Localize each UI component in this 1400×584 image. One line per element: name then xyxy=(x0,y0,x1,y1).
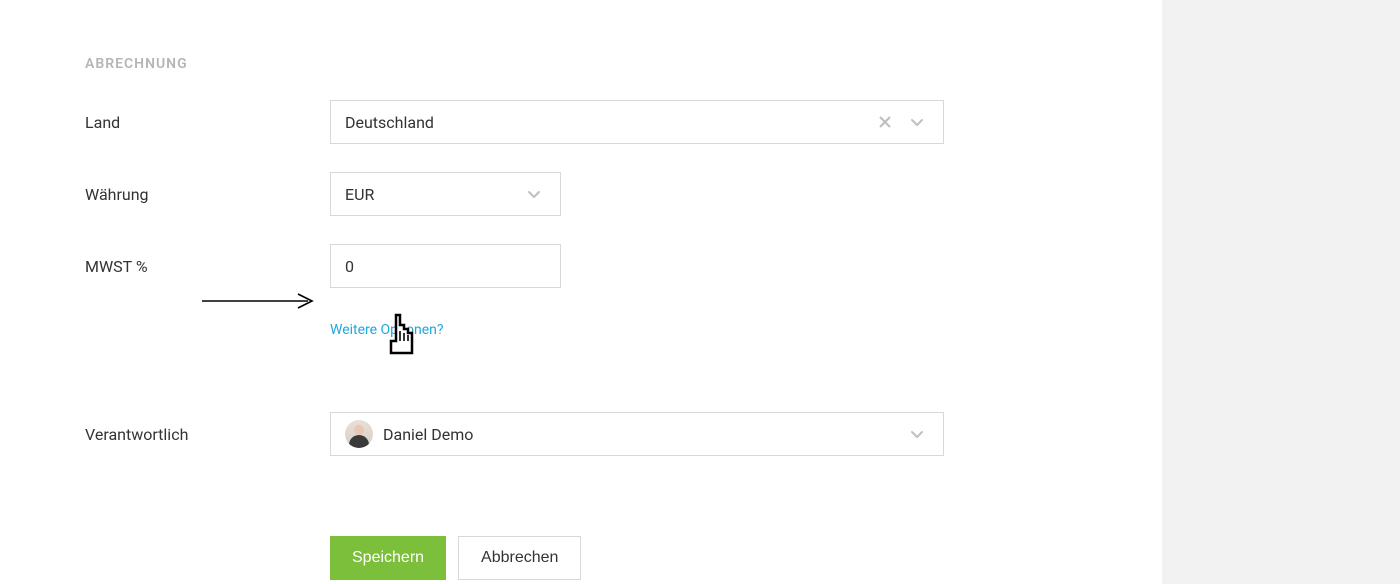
label-vat: MWST % xyxy=(85,257,330,276)
row-responsible: Verantwortlich Daniel Demo xyxy=(85,412,1162,456)
label-responsible: Verantwortlich xyxy=(85,425,330,444)
page: ABRECHNUNG Land Deutschland Währu xyxy=(0,0,1400,584)
country-select[interactable]: Deutschland xyxy=(330,100,944,144)
section-title: ABRECHNUNG xyxy=(85,56,1162,72)
form-panel: ABRECHNUNG Land Deutschland Währu xyxy=(0,0,1162,584)
chevron-down-icon[interactable] xyxy=(522,182,546,206)
arrow-annotation-icon xyxy=(200,291,318,311)
save-button[interactable]: Speichern xyxy=(330,536,446,580)
avatar xyxy=(345,420,373,448)
cancel-button[interactable]: Abbrechen xyxy=(458,536,581,580)
currency-select[interactable]: EUR xyxy=(330,172,561,216)
responsible-value: Daniel Demo xyxy=(383,425,905,444)
chevron-down-icon[interactable] xyxy=(905,110,929,134)
vat-input[interactable]: 0 xyxy=(330,244,561,288)
label-country: Land xyxy=(85,113,330,132)
row-more-options: Weitere Optionen? xyxy=(85,322,1162,338)
buttons-row: Speichern Abbrechen xyxy=(330,536,1162,580)
label-currency: Währung xyxy=(85,185,330,204)
clear-icon[interactable] xyxy=(873,110,897,134)
more-options-link[interactable]: Weitere Optionen? xyxy=(330,322,444,338)
row-currency: Währung EUR xyxy=(85,172,1162,216)
row-vat: MWST % 0 xyxy=(85,244,1162,288)
currency-value: EUR xyxy=(345,185,522,204)
vat-value: 0 xyxy=(345,257,354,276)
responsible-select[interactable]: Daniel Demo xyxy=(330,412,944,456)
row-country: Land Deutschland xyxy=(85,100,1162,144)
country-value: Deutschland xyxy=(345,113,873,132)
chevron-down-icon[interactable] xyxy=(905,422,929,446)
